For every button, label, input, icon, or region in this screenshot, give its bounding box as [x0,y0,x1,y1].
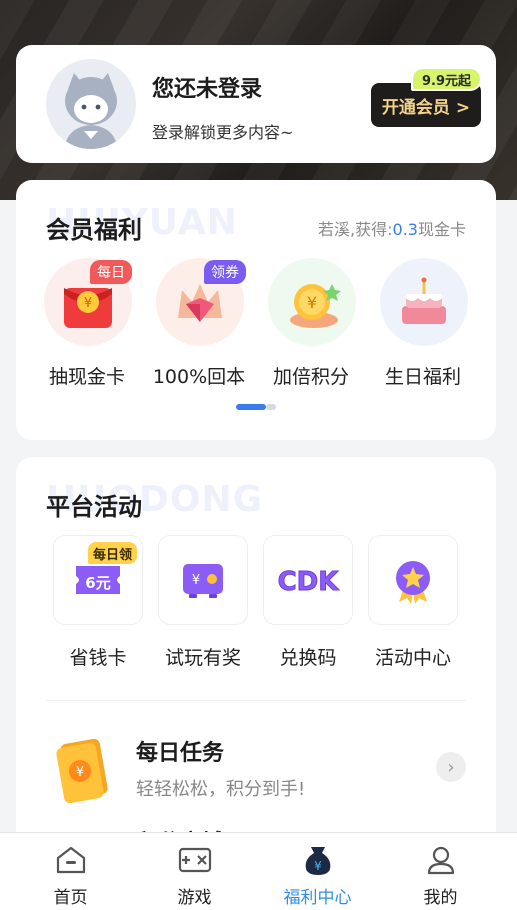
benefit-item-double-points[interactable]: ¥ 加倍积分 [256,258,366,388]
benefit-item-cash-card[interactable]: ¥ 每日 抽现金卡 [32,258,142,388]
svg-text:¥: ¥ [307,293,317,312]
tab-label: 我的 [423,888,458,908]
cdk-text: CDK [278,567,340,597]
coupon-value: 6元 [85,574,110,592]
tab-home[interactable]: 首页 [6,833,135,910]
game-icon [178,843,212,877]
pager-dot-active [236,404,266,410]
benefit-label: 抽现金卡 [48,366,125,388]
benefit-label: 生日福利 [384,366,461,388]
activity-item-trial-reward[interactable]: ¥ 试玩有奖 [158,535,248,669]
svg-text:¥: ¥ [314,859,322,873]
tab-label: 福利中心 [283,888,352,908]
game-reward-icon: ¥ [158,535,248,625]
activity-item-redeem-code[interactable]: CDK 兑换码 [263,535,353,669]
daily-task-title[interactable]: 每日任务 [136,735,224,767]
daily-task-subtitle: 轻轻松松，积分到手! [136,779,306,800]
section-title: 会员福利 [46,216,142,244]
divider [46,700,466,701]
activity-label: 省钱卡 [69,647,127,669]
tab-label: 首页 [53,888,88,908]
earn-suffix: 现金卡 [417,220,466,239]
login-status-title[interactable]: 您还未登录 [152,71,262,103]
svg-text:¥: ¥ [192,573,200,588]
platform-activities-card: HUODONG 平台活动 6元 每日领 省钱卡 ¥ 试玩有奖 CDK 兑换码 活… [16,457,496,857]
member-benefits-card: HUIYUAN 会员福利 若溪,获得:0.3现金卡 ¥ 每日 抽现金卡 领券 1… [16,180,496,440]
svg-text:¥: ¥ [84,296,92,311]
home-icon [54,843,88,877]
earn-prefix: 若溪,获得: [318,220,393,239]
avatar[interactable] [46,59,136,149]
login-prompt[interactable]: 登录解锁更多内容~ [152,119,293,143]
badge-daily: 每日 [90,260,132,284]
svg-text:¥: ¥ [76,765,84,780]
birthday-cake-icon [380,258,468,346]
daily-task-ticket-icon: ¥ [54,735,112,804]
star-medal-icon [368,535,458,625]
badge-coupon: 领券 [204,260,246,284]
benefit-label: 加倍积分 [272,366,349,388]
benefit-item-refund[interactable]: 领券 100%回本 [144,258,254,388]
tab-label: 游戏 [177,888,212,908]
pager-dot [266,404,276,410]
activity-label: 活动中心 [374,647,451,669]
chevron-right-icon[interactable]: › [436,752,466,782]
profile-card[interactable]: 您还未登录 登录解锁更多内容~ 开通会员 > 9.9元起 [16,45,496,163]
activity-item-event-center[interactable]: 活动中心 [368,535,458,669]
carousel-pager [236,404,276,410]
coupon-ticket-icon: 6元 每日领 [53,535,143,625]
earn-amount: 0.3 [392,220,418,239]
earn-info: 若溪,获得:0.3现金卡 [318,216,466,240]
tab-games[interactable]: 游戏 [130,833,259,910]
cdk-icon: CDK [263,535,353,625]
user-icon [424,843,458,877]
tab-welfare-center[interactable]: ¥ 福利中心 [253,833,382,910]
bottom-tab-bar: 首页 游戏 ¥ 福利中心 我的 [0,832,517,910]
tab-mine[interactable]: 我的 [376,833,505,910]
activity-label: 兑换码 [279,647,337,669]
badge-daily-claim: 每日领 [88,542,138,564]
gold-coin-icon: ¥ [268,258,356,346]
default-avatar-icon [46,59,136,149]
welfare-bag-icon: ¥ [301,843,335,877]
activity-item-savings-card[interactable]: 6元 每日领 省钱卡 [53,535,143,669]
vip-price-tag: 9.9元起 [411,67,483,91]
activity-label: 试玩有奖 [164,647,241,669]
benefit-label: 100%回本 [152,366,246,388]
section-title: 平台活动 [46,493,142,521]
benefit-item-birthday[interactable]: 生日福利 [368,258,478,388]
